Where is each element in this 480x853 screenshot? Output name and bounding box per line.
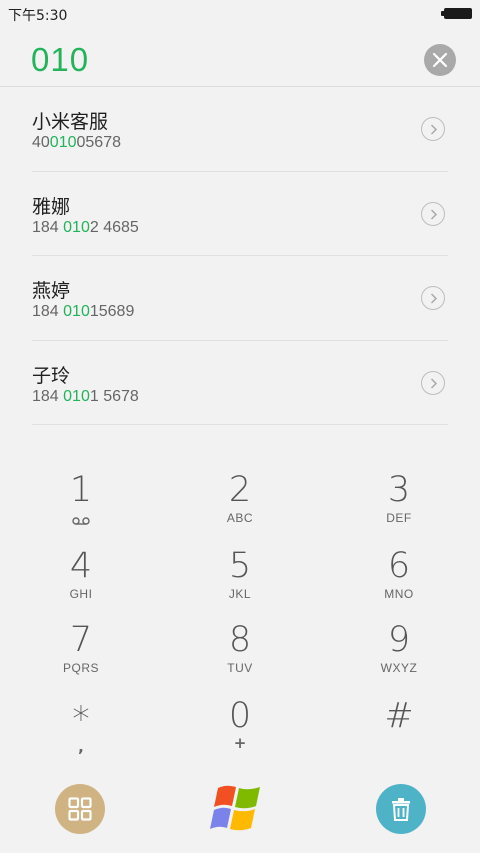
key-9[interactable]: 9 WXYZ bbox=[339, 620, 459, 690]
contact-results: 小米客服 4001005678 雅娜 184 0102 4685 燕婷 184 … bbox=[0, 87, 480, 425]
bottom-action-bar bbox=[0, 780, 480, 840]
chevron-right-icon bbox=[430, 124, 438, 135]
status-time: 下午5:30 bbox=[8, 8, 68, 24]
apps-button[interactable] bbox=[55, 784, 105, 834]
contact-name: 雅娜 bbox=[32, 195, 71, 218]
contact-number: 184 0102 4685 bbox=[32, 218, 139, 236]
key-1[interactable]: 1 bbox=[21, 470, 141, 540]
contact-row[interactable]: 燕婷 184 01015689 bbox=[32, 256, 448, 341]
contact-row[interactable]: 雅娜 184 0102 4685 bbox=[32, 172, 448, 256]
chevron-right-icon bbox=[430, 377, 438, 389]
battery-icon bbox=[441, 8, 472, 19]
delete-button[interactable] bbox=[376, 784, 426, 834]
key-star[interactable]: * , bbox=[21, 700, 141, 770]
key-2[interactable]: 2 ABC bbox=[180, 470, 300, 540]
contact-name: 燕婷 bbox=[32, 280, 71, 302]
contact-detail-button[interactable] bbox=[421, 286, 445, 310]
key-5[interactable]: 5 JKL bbox=[180, 546, 300, 616]
dial-header: 010 bbox=[0, 28, 480, 87]
contact-number: 4001005678 bbox=[32, 134, 121, 151]
key-hash[interactable]: # bbox=[339, 696, 459, 766]
chevron-right-icon bbox=[430, 208, 438, 220]
contact-detail-button[interactable] bbox=[421, 370, 445, 395]
key-0[interactable]: 0 + bbox=[180, 696, 300, 766]
status-bar: 下午5:30 bbox=[0, 0, 480, 28]
clear-button[interactable] bbox=[424, 44, 456, 76]
contact-row[interactable]: 子玲 184 0101 5678 bbox=[32, 341, 448, 425]
key-6[interactable]: 6 MNO bbox=[339, 546, 459, 616]
contact-detail-button[interactable] bbox=[421, 117, 445, 141]
contact-number: 184 01015689 bbox=[32, 303, 135, 320]
contact-name: 小米客服 bbox=[32, 111, 109, 133]
voicemail-icon bbox=[72, 517, 90, 525]
key-8[interactable]: 8 TUV bbox=[180, 620, 300, 690]
contact-row[interactable]: 小米客服 4001005678 bbox=[32, 87, 448, 172]
dialed-number[interactable]: 010 bbox=[31, 41, 89, 79]
trash-icon bbox=[392, 798, 410, 821]
contact-number: 184 0101 5678 bbox=[32, 387, 139, 405]
windows-logo-icon[interactable] bbox=[210, 782, 264, 834]
contact-name: 子玲 bbox=[32, 364, 71, 387]
close-icon bbox=[432, 52, 448, 68]
key-3[interactable]: 3 DEF bbox=[339, 470, 459, 540]
key-4[interactable]: 4 GHI bbox=[21, 546, 141, 616]
key-7[interactable]: 7 PQRS bbox=[21, 620, 141, 690]
contact-detail-button[interactable] bbox=[421, 201, 445, 226]
chevron-right-icon bbox=[430, 293, 438, 304]
grid-icon bbox=[68, 797, 92, 821]
